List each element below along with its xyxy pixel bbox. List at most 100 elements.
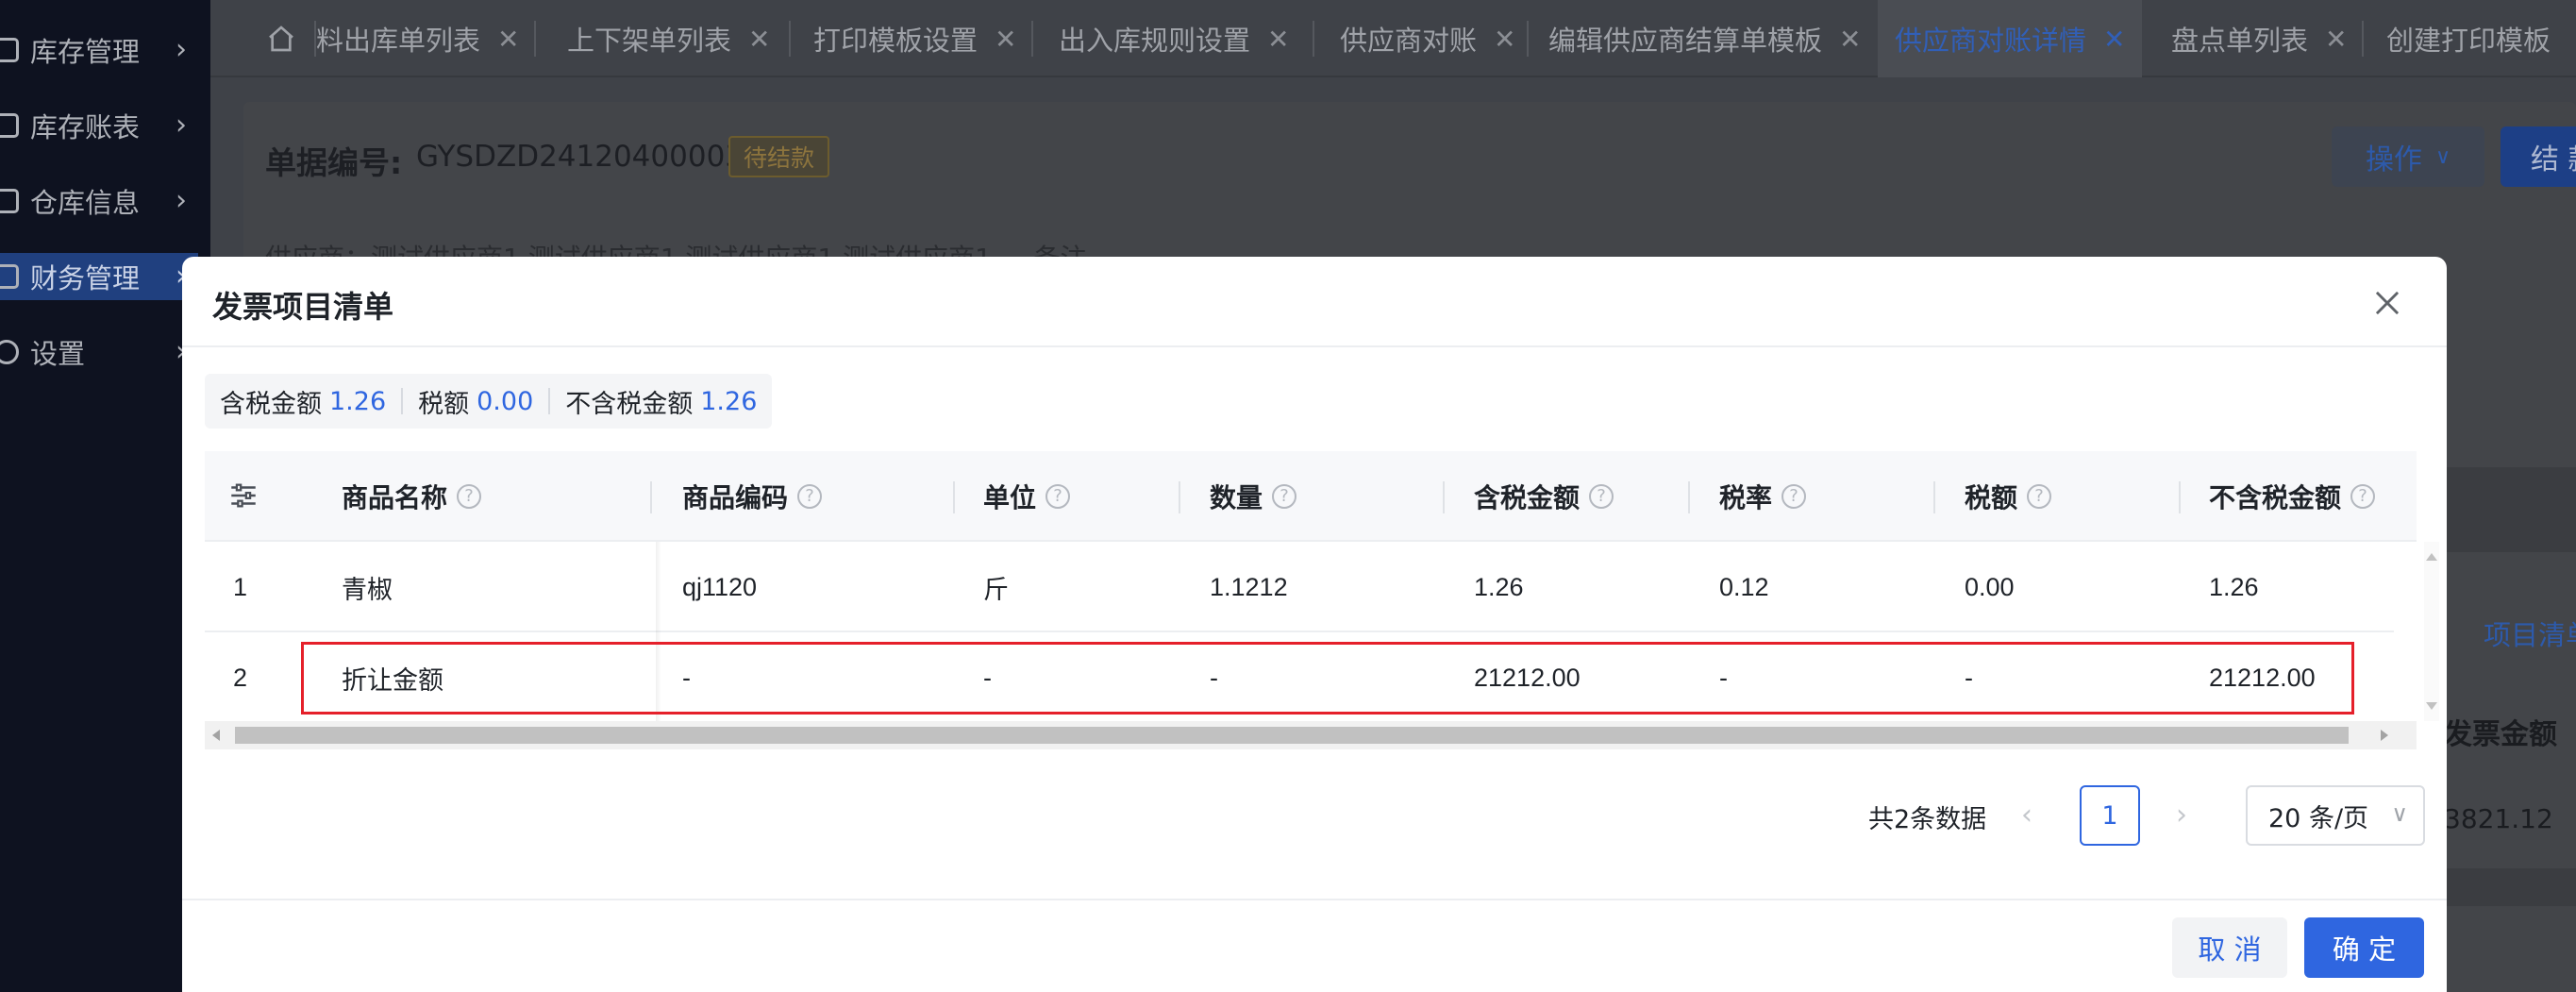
help-icon[interactable]: ? xyxy=(797,484,823,509)
col-title: 单位 xyxy=(983,482,1037,513)
chevron-down-icon: ∨ xyxy=(2391,800,2408,827)
sidebar-item-label: 库存管理 xyxy=(30,36,141,68)
col-header-qty[interactable]: 数量? xyxy=(1210,451,1297,542)
close-icon[interactable]: ✕ xyxy=(748,24,770,55)
col-divider[interactable] xyxy=(1443,481,1445,513)
tax-excluded-label: 不含税金额 xyxy=(565,389,694,419)
prev-page-icon[interactable]: ‹ xyxy=(2021,799,2032,832)
sidebar-item-ledger[interactable]: 库存账表 › xyxy=(0,102,198,149)
help-icon[interactable]: ? xyxy=(457,484,482,509)
confirm-button[interactable]: 确 定 xyxy=(2304,917,2424,978)
cancel-button[interactable]: 取 消 xyxy=(2172,917,2287,978)
scroll-up-arrow[interactable] xyxy=(2426,553,2437,561)
close-icon[interactable]: ✕ xyxy=(995,24,1016,55)
scrollbar-thumb[interactable] xyxy=(235,727,2349,744)
col-header-net[interactable]: 不含税金额? xyxy=(2209,451,2376,542)
operation-dropdown-button[interactable]: 操作 ∨ xyxy=(2332,126,2484,187)
table-header: 商品名称? 商品编码? 单位? 数量? 含税金额? 税率? 税额? 不含税金额? xyxy=(205,451,2417,542)
col-header-amount[interactable]: 含税金额? xyxy=(1474,451,1614,542)
invoice-amount-header: 发票金额 xyxy=(2444,718,2557,751)
close-icon[interactable]: ✕ xyxy=(2103,24,2125,55)
tab-label: 供应商对账 xyxy=(1340,25,1478,57)
col-header-name[interactable]: 商品名称? xyxy=(342,451,482,542)
sidebar-item-label: 仓库信息 xyxy=(30,187,141,219)
tab-print-template[interactable]: 打印模板设置 ✕ xyxy=(813,0,1016,77)
vertical-scrollbar[interactable] xyxy=(2424,542,2439,721)
page-size-value: 20 条/页 xyxy=(2268,803,2369,833)
chevron-right-icon: › xyxy=(176,33,187,66)
tab-supplier-recon[interactable]: 供应商对账 ✕ xyxy=(1340,0,1515,77)
tab-item-list[interactable]: 项目清单 xyxy=(2484,614,2576,653)
cell-amount: 1.26 xyxy=(1474,572,1524,601)
home-tab[interactable] xyxy=(248,0,314,77)
col-divider[interactable] xyxy=(2179,481,2181,513)
col-divider[interactable] xyxy=(1179,481,1180,513)
cell-tax: 0.00 xyxy=(1965,572,2015,601)
tab-label: 出入库规则设置 xyxy=(1059,25,1251,57)
column-settings-icon[interactable] xyxy=(227,479,259,512)
cell-name: 青椒 xyxy=(342,575,393,605)
cell-net: 1.26 xyxy=(2209,572,2259,601)
col-header-code[interactable]: 商品编码? xyxy=(682,451,823,542)
tab-io-rules[interactable]: 出入库规则设置 ✕ xyxy=(1059,0,1289,77)
invoice-items-dialog: 发票项目清单 含税金额 1.26 税额 0.00 不含税金额 1.26 商品名称… xyxy=(182,257,2447,992)
tab-create-print-template[interactable]: 创建打印模板 xyxy=(2386,0,2551,77)
tab-supplier-recon-detail[interactable]: 供应商对账详情 ✕ xyxy=(1878,0,2143,77)
tax-included-label: 含税金额 xyxy=(220,389,322,419)
scroll-down-arrow[interactable] xyxy=(2426,702,2437,710)
tab-outbound-list[interactable]: 料出库单列表 ✕ xyxy=(316,0,519,77)
invoice-items-table: 商品名称? 商品编码? 单位? 数量? 含税金额? 税率? 税额? 不含税金额?… xyxy=(205,451,2439,992)
next-page-icon[interactable]: › xyxy=(2176,799,2187,832)
help-icon[interactable]: ? xyxy=(1045,484,1071,509)
tab-label: 编辑供应商结算单模板 xyxy=(1548,25,1823,57)
col-divider[interactable] xyxy=(953,481,955,513)
close-icon[interactable]: ✕ xyxy=(1839,24,1861,55)
settle-button[interactable]: 结 款 xyxy=(2501,126,2576,187)
tab-stocktake-list[interactable]: 盘点单列表 ✕ xyxy=(2171,0,2347,77)
col-header-rate[interactable]: 税率? xyxy=(1719,451,1807,542)
help-icon[interactable]: ? xyxy=(1781,484,1807,509)
bg-panel xyxy=(2444,467,2576,552)
col-divider[interactable] xyxy=(1933,481,1935,513)
sidebar-item-warehouse[interactable]: 仓库信息 › xyxy=(0,177,198,225)
col-divider[interactable] xyxy=(1688,481,1690,513)
help-icon[interactable]: ? xyxy=(2350,484,2376,509)
tab-label: 盘点单列表 xyxy=(2171,25,2309,57)
col-header-unit[interactable]: 单位? xyxy=(983,451,1071,542)
dialog-title: 发票项目清单 xyxy=(212,289,394,325)
pagination-total: 共2条数据 xyxy=(1868,805,1987,834)
scroll-left-arrow[interactable] xyxy=(212,730,220,741)
close-icon[interactable]: ✕ xyxy=(2325,24,2347,55)
warehouse-icon xyxy=(0,189,19,213)
highlight-annotation xyxy=(301,642,2354,715)
help-icon[interactable]: ? xyxy=(1272,484,1297,509)
page-number-button[interactable]: 1 xyxy=(2080,785,2140,846)
close-icon[interactable]: ✕ xyxy=(497,24,519,55)
divider xyxy=(401,388,404,414)
tab-edit-settlement-template[interactable]: 编辑供应商结算单模板 ✕ xyxy=(1548,0,1861,77)
help-icon[interactable]: ? xyxy=(1589,484,1614,509)
dialog-header: 发票项目清单 xyxy=(182,257,2447,347)
page-size-select[interactable]: 20 条/页 ∨ xyxy=(2246,785,2425,846)
col-header-tax[interactable]: 税额? xyxy=(1965,451,2052,542)
table-row[interactable]: 1 青椒 qj1120 斤 1.1212 1.26 0.12 0.00 1.26 xyxy=(205,542,2394,632)
col-title: 数量 xyxy=(1210,482,1263,513)
scroll-right-arrow[interactable] xyxy=(2381,730,2388,741)
sidebar-item-inventory[interactable]: 库存管理 › xyxy=(0,26,198,74)
sidebar-item-finance[interactable]: 财务管理 › xyxy=(0,253,198,300)
tax-excluded-value: 1.26 xyxy=(700,386,758,416)
tab-bar: 料出库单列表 ✕ 上下架单列表 ✕ 打印模板设置 ✕ 出入库规则设置 ✕ 供应商对账 ✕ … xyxy=(210,0,2576,77)
tab-shelf-list[interactable]: 上下架单列表 ✕ xyxy=(567,0,770,77)
horizontal-scrollbar[interactable] xyxy=(205,721,2417,749)
cell-unit: 斤 xyxy=(983,575,1009,605)
col-divider[interactable] xyxy=(650,481,652,513)
row-index: 1 xyxy=(233,572,248,601)
home-icon xyxy=(0,38,19,62)
help-icon[interactable]: ? xyxy=(2027,484,2052,509)
col-title: 含税金额 xyxy=(1474,482,1581,513)
sidebar-item-settings[interactable]: 设置 › xyxy=(0,328,198,376)
close-icon[interactable] xyxy=(2369,285,2405,321)
tab-label: 创建打印模板 xyxy=(2386,25,2551,57)
close-icon[interactable]: ✕ xyxy=(1494,24,1515,55)
close-icon[interactable]: ✕ xyxy=(1267,24,1289,55)
